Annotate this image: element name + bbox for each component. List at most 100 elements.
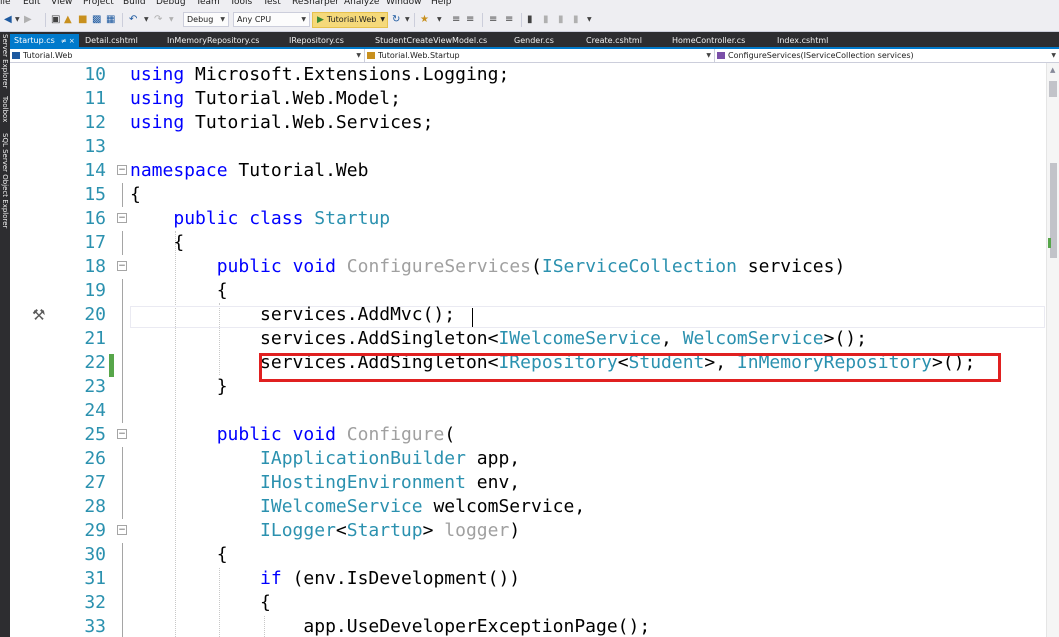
redo-dropdown-icon[interactable]: ▼ (169, 14, 174, 26)
previous-bookmark-icon[interactable]: ▮ (543, 14, 549, 26)
code-line[interactable]: 17 { (10, 231, 1046, 255)
code-line[interactable]: 10 using Microsoft.Extensions.Logging; (10, 63, 1046, 87)
collapse-icon[interactable]: − (117, 525, 127, 535)
collapse-icon[interactable]: − (117, 261, 127, 271)
code-line[interactable]: 30 { (10, 543, 1046, 567)
step-into-icon[interactable]: ≡ (452, 14, 460, 26)
tab-gender-cs[interactable]: Gender.cs (514, 34, 554, 47)
solution-platform-select[interactable]: Any CPU ▼ (233, 12, 310, 27)
dropdown-arrow-icon[interactable]: ▼ (15, 14, 20, 26)
step-over-icon[interactable]: ≡ (466, 14, 474, 26)
code-line[interactable]: 24 (10, 399, 1046, 423)
menu-file[interactable]: ile (0, 0, 11, 8)
pin-close-icons[interactable]: ≠ × (61, 37, 75, 45)
code-line[interactable]: 29 − ILogger<Startup> logger) (10, 519, 1046, 543)
menu-debug[interactable]: Debug (156, 0, 186, 8)
chevron-down-icon: ▼ (1051, 52, 1056, 59)
tab-create-cshtml[interactable]: Create.cshtml (586, 34, 642, 47)
code-token: ) (509, 520, 521, 541)
code-line[interactable]: 18 − public void ConfigureServices(IServi… (10, 255, 1046, 279)
open-file-icon[interactable]: ▲ (64, 14, 72, 26)
sql-server-object-explorer-tab[interactable]: SQL Server Object Explorer (1, 133, 9, 228)
vertical-scrollbar[interactable]: ▲ (1046, 63, 1059, 637)
collapse-icon[interactable]: − (117, 213, 127, 223)
tab-detail-cshtml[interactable]: Detail.cshtml (85, 34, 138, 47)
code-line[interactable]: 19 { (10, 279, 1046, 303)
browser-link-dropdown-icon[interactable]: ▼ (437, 14, 442, 26)
menu-window[interactable]: Window (386, 0, 422, 8)
member-dropdown[interactable]: ConfigureServices(IServiceCollection ser… (715, 49, 1059, 62)
save-all-icon[interactable]: ▦ (106, 14, 115, 26)
open-folder-icon[interactable]: ■ (78, 14, 87, 26)
split-window-handle[interactable] (1049, 81, 1057, 97)
code-line[interactable]: 14 − namespace Tutorial.Web (10, 159, 1046, 183)
menu-team[interactable]: Team (196, 0, 220, 8)
menu-edit[interactable]: Edit (23, 0, 40, 8)
code-line[interactable]: 21 services.AddSingleton<IWelcomeService… (10, 327, 1046, 351)
tab-startup-cs[interactable]: Startup.cs ≠ × (10, 34, 79, 47)
save-icon[interactable]: ▩ (92, 14, 101, 26)
next-bookmark-icon[interactable]: ▮ (558, 14, 564, 26)
type-dropdown[interactable]: Tutorial.Web.Startup ▼ (365, 49, 715, 62)
bookmark-icon[interactable]: ▮ (527, 14, 533, 26)
toolbox-tab[interactable]: Toolbox (1, 96, 9, 122)
menu-test[interactable]: Test (263, 0, 281, 8)
refresh-dropdown-icon[interactable]: ▼ (405, 14, 410, 26)
menu-resharper[interactable]: ReSharper (292, 0, 339, 8)
code-line[interactable]: 25 − public void Configure( (10, 423, 1046, 447)
scroll-up-icon[interactable]: ▲ (1050, 66, 1055, 74)
undo-icon[interactable]: ↶ (129, 14, 137, 26)
undo-dropdown-icon[interactable]: ▼ (144, 14, 149, 26)
code-line[interactable]: 33 app.UseDeveloperExceptionPage(); (10, 615, 1046, 637)
refresh-icon[interactable]: ↻ (392, 14, 400, 26)
server-explorer-tab[interactable]: Server Explorer (1, 34, 9, 88)
code-line[interactable]: 11 using Tutorial.Web.Model; (10, 87, 1046, 111)
tab-index-cshtml[interactable]: Index.cshtml (777, 34, 828, 47)
outline-line (122, 495, 123, 519)
code-line[interactable]: 32 { (10, 591, 1046, 615)
code-line[interactable]: 26 IApplicationBuilder app, (10, 447, 1046, 471)
clear-bookmarks-icon[interactable]: ▮ (573, 14, 579, 26)
code-editor[interactable]: ⚒ 10 using Microsoft.Extensions.Logging; 1… (10, 63, 1046, 637)
menu-analyze[interactable]: Analyze (344, 0, 379, 8)
code-line[interactable]: 28 IWelcomeService welcomService, (10, 495, 1046, 519)
tab-studentcreateviewmodel-cs[interactable]: StudentCreateViewModel.cs (375, 34, 487, 47)
collapse-icon[interactable]: − (117, 429, 127, 439)
class-icon (367, 52, 375, 59)
tab-irepository-cs[interactable]: IRepository.cs (289, 34, 344, 47)
uncomment-icon[interactable]: ≡ (505, 14, 513, 26)
code-line[interactable]: 16 − public class Startup (10, 207, 1046, 231)
code-token: using (130, 64, 185, 85)
comment-out-icon[interactable]: ≡ (489, 14, 497, 26)
code-text: using Tutorial.Web.Services; (130, 111, 433, 135)
code-line[interactable]: 15 { (10, 183, 1046, 207)
tab-homecontroller-cs[interactable]: HomeController.cs (672, 34, 745, 47)
line-number: 29 (84, 520, 106, 541)
code-line[interactable]: 12 using Tutorial.Web.Services; (10, 111, 1046, 135)
browser-link-icon[interactable]: ★ (420, 14, 429, 26)
code-line[interactable]: 13 (10, 135, 1046, 159)
project-dropdown[interactable]: Tutorial.Web ▼ (10, 49, 365, 62)
menu-project[interactable]: Project (83, 0, 114, 8)
menu-help[interactable]: Help (431, 0, 452, 8)
solution-configuration-select[interactable]: Debug ▼ (183, 12, 229, 27)
menu-view[interactable]: View (51, 0, 72, 8)
navigate-back-icon[interactable]: ◀ (4, 14, 12, 26)
start-debugging-button[interactable]: ▶ Tutorial.Web ▼ (312, 12, 388, 28)
tab-inmemoryrepository-cs[interactable]: InMemoryRepository.cs (167, 34, 259, 47)
collapse-icon[interactable]: − (117, 165, 127, 175)
toolbar-overflow-icon[interactable]: ▼ (587, 14, 592, 26)
new-project-icon[interactable]: ▣ (51, 14, 60, 26)
scrollbar-thumb[interactable] (1050, 163, 1057, 258)
menu-tools[interactable]: Tools (230, 0, 252, 8)
code-token: { (130, 592, 271, 613)
code-line[interactable]: 27 IHostingEnvironment env, (10, 471, 1046, 495)
navigate-forward-icon[interactable]: ▶ (24, 14, 32, 26)
code-line[interactable]: 20 services.AddMvc(); (10, 303, 1046, 327)
redo-icon[interactable]: ↷ (154, 14, 162, 26)
code-line[interactable]: 31 if (env.IsDevelopment()) (10, 567, 1046, 591)
menu-build[interactable]: Build (123, 0, 146, 8)
code-token: < (335, 520, 347, 541)
